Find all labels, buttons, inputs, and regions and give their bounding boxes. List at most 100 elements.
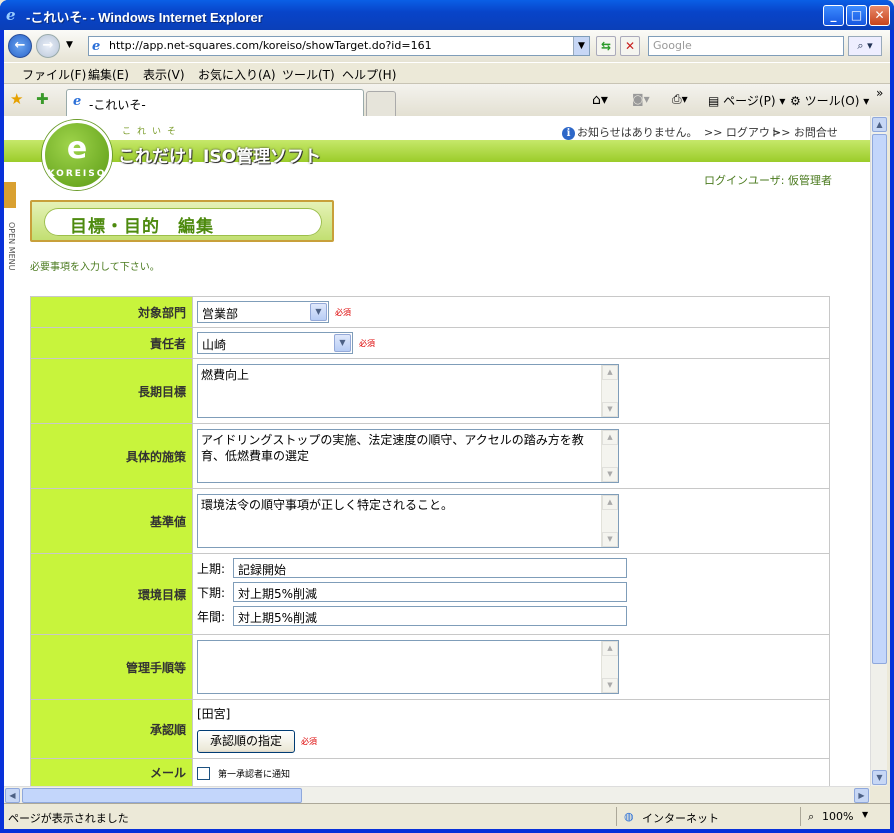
- login-user: ログインユーザ: 仮管理者: [704, 174, 832, 187]
- logout-link[interactable]: >> ログアウト: [704, 124, 781, 140]
- measures-label: 具体的施策: [30, 423, 193, 489]
- annual-label: 年間:: [197, 609, 226, 624]
- scroll-up-icon[interactable]: ▲: [602, 430, 618, 445]
- page-viewport: e KOREISO これいそ これだけ！ISO管理ソフト i お知らせはありません…: [4, 116, 870, 786]
- textarea-scrollbar[interactable]: ▲ ▼: [601, 641, 618, 693]
- page-vertical-scrollbar[interactable]: ▲ ▼: [870, 116, 887, 786]
- scroll-down-icon[interactable]: ▼: [602, 532, 618, 547]
- back-button[interactable]: ←: [8, 34, 32, 58]
- scroll-up-icon[interactable]: ▲: [602, 641, 618, 656]
- history-dropdown-icon[interactable]: ▼: [66, 40, 73, 50]
- close-button[interactable]: ✕: [869, 5, 890, 26]
- notify-checkbox[interactable]: [197, 766, 210, 780]
- instruction-text: 必要事項を入力して下さい。: [30, 262, 160, 273]
- second-half-input[interactable]: 対上期5%削減: [233, 582, 627, 602]
- scroll-right-icon[interactable]: ▶: [854, 788, 869, 803]
- menu-edit[interactable]: 編集(E): [88, 66, 129, 83]
- forward-button[interactable]: →: [36, 34, 60, 58]
- search-button[interactable]: ⌕ ▾: [848, 36, 882, 56]
- browser-frame: ← → ▼ e http://app.net-squares.com/korei…: [4, 30, 890, 829]
- textarea-scrollbar[interactable]: ▲ ▼: [601, 365, 618, 417]
- menu-help[interactable]: ヘルプ(H): [342, 66, 396, 83]
- menu-view[interactable]: 表示(V): [143, 66, 185, 83]
- tab-koreiso[interactable]: e -これいそ-: [66, 89, 364, 116]
- notify-label: 第一承認者に通知: [218, 769, 291, 780]
- zone-text: インターネット: [642, 812, 719, 825]
- dept-value: 営業部: [202, 307, 239, 321]
- koreiso-logo[interactable]: e KOREISO: [42, 120, 112, 190]
- page-horizontal-scrollbar[interactable]: ◀ ▶: [4, 786, 870, 803]
- dept-select[interactable]: 営業部 ▼: [197, 301, 329, 323]
- longterm-cell: 燃費向上 ▲ ▼: [192, 358, 830, 424]
- favorites-star-icon[interactable]: ★: [10, 90, 23, 108]
- textarea-scrollbar[interactable]: ▲ ▼: [601, 495, 618, 547]
- page-title-banner: 目標・目的 編集: [30, 200, 334, 242]
- approval-value: [田宮]: [197, 707, 231, 721]
- home-icon[interactable]: ⌂▾: [592, 92, 608, 108]
- scroll-down-icon[interactable]: ▼: [602, 467, 618, 482]
- scroll-up-icon[interactable]: ▲: [602, 495, 618, 510]
- feeds-icon[interactable]: ◙▾: [632, 92, 650, 106]
- row-longterm: 長期目標 燃費向上 ▲ ▼: [30, 358, 830, 424]
- scroll-down-icon[interactable]: ▼: [602, 402, 618, 417]
- dropdown-arrow-icon[interactable]: ▼: [310, 303, 327, 321]
- url-text: http://app.net-squares.com/koreiso/showT…: [109, 39, 432, 52]
- dept-cell: 営業部 ▼ 必須: [192, 296, 830, 328]
- procedure-label: 管理手順等: [30, 634, 193, 700]
- annual-input[interactable]: 対上期5%削減: [233, 606, 627, 626]
- menu-tools[interactable]: ツール(T): [282, 66, 335, 83]
- row-dept: 対象部門 営業部 ▼ 必須: [30, 296, 830, 328]
- annual-row: 年間: 対上期5%削減: [197, 606, 825, 630]
- measures-cell: アイドリングストップの実施、法定速度の順守、アクセルの踏み方を教育、低燃費車の選…: [192, 423, 830, 489]
- scroll-up-icon[interactable]: ▲: [872, 117, 887, 132]
- dept-label: 対象部門: [30, 296, 193, 328]
- side-menu-toggle[interactable]: [4, 182, 16, 208]
- menu-favorites[interactable]: お気に入り(A): [198, 66, 276, 83]
- side-menu-label[interactable]: OPEN MENU: [4, 222, 16, 271]
- zoom-dropdown-icon[interactable]: ▼: [862, 810, 868, 819]
- longterm-textarea[interactable]: 燃費向上 ▲ ▼: [197, 364, 619, 418]
- address-dropdown-icon[interactable]: ▼: [573, 37, 589, 55]
- refresh-icon[interactable]: ⇆: [596, 36, 616, 56]
- owner-select[interactable]: 山崎 ▼: [197, 332, 353, 354]
- search-input[interactable]: Google: [648, 36, 844, 56]
- zoom-icon[interactable]: ⌕: [808, 810, 814, 824]
- dropdown-arrow-icon[interactable]: ▼: [334, 334, 351, 352]
- minimize-button[interactable]: _: [823, 5, 844, 26]
- required-badge: 必須: [301, 737, 318, 746]
- scroll-up-icon[interactable]: ▲: [602, 365, 618, 380]
- logo-text: KOREISO: [47, 169, 107, 179]
- tools-menu[interactable]: ⚙ ツール(O) ▾: [790, 92, 869, 109]
- window-title: -これいそ- - Windows Internet Explorer: [26, 10, 263, 25]
- scroll-thumb[interactable]: [872, 134, 887, 664]
- row-procedure: 管理手順等 ▲ ▼: [30, 634, 830, 700]
- page-menu[interactable]: ▤ ページ(P) ▾: [708, 92, 785, 109]
- procedure-textarea[interactable]: ▲ ▼: [197, 640, 619, 694]
- h-scroll-thumb[interactable]: [22, 788, 302, 803]
- zoom-level[interactable]: 100%: [822, 810, 853, 823]
- textarea-scrollbar[interactable]: ▲ ▼: [601, 430, 618, 482]
- scroll-down-icon[interactable]: ▼: [602, 678, 618, 693]
- maximize-button[interactable]: □: [846, 5, 867, 26]
- scroll-down-icon[interactable]: ▼: [872, 770, 887, 785]
- menu-file[interactable]: ファイル(F): [22, 66, 86, 83]
- add-favorites-icon[interactable]: ✚: [36, 90, 49, 108]
- tab-bar: ★ ✚ e -これいそ- ⌂▾ ◙▾ ⎙▾ ▤ ページ(P) ▾ ⚙ ツール(O…: [4, 84, 890, 116]
- first-half-input[interactable]: 記録開始: [233, 558, 627, 578]
- globe-icon: ◍: [624, 810, 634, 823]
- scroll-left-icon[interactable]: ◀: [5, 788, 20, 803]
- brand-name: これだけ！ISO管理ソフト: [118, 147, 322, 167]
- approval-order-button[interactable]: 承認順の指定: [197, 730, 296, 753]
- stop-icon[interactable]: ✕: [620, 36, 640, 56]
- address-bar[interactable]: e http://app.net-squares.com/koreiso/sho…: [88, 36, 590, 56]
- contact-link[interactable]: >> お問合せ: [772, 124, 838, 140]
- toolbar-overflow-icon[interactable]: »: [876, 86, 883, 100]
- standard-textarea[interactable]: 環境法令の順守事項が正しく特定されること。 ▲ ▼: [197, 494, 619, 548]
- mail-label: メール: [30, 758, 193, 786]
- new-tab-button[interactable]: [366, 91, 396, 116]
- longterm-label: 長期目標: [30, 358, 193, 424]
- measures-textarea[interactable]: アイドリングストップの実施、法定速度の順守、アクセルの踏み方を教育、低燃費車の選…: [197, 429, 619, 483]
- approval-label: 承認順: [30, 699, 193, 759]
- print-icon[interactable]: ⎙▾: [672, 92, 688, 107]
- status-bar: ページが表示されました ◍ インターネット ⌕ 100% ▼: [4, 803, 890, 829]
